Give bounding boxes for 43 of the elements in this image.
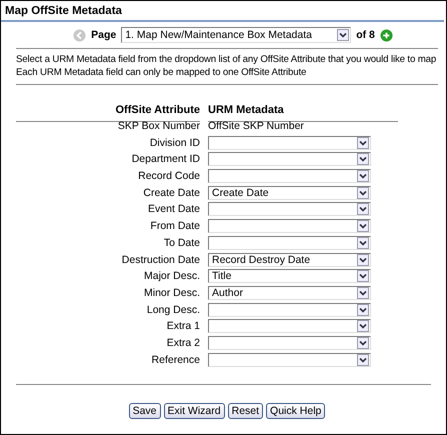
metadata-value: OffSite SKP Number bbox=[208, 120, 305, 132]
attribute-label: From Date bbox=[149, 220, 200, 232]
metadata-dropdown[interactable] bbox=[208, 136, 371, 150]
attribute-label: Extra 2 bbox=[166, 336, 200, 349]
page-label: Page bbox=[91, 29, 116, 41]
attribute-label: Major Desc. bbox=[142, 270, 200, 282]
attribute-label: Extra 1 bbox=[166, 320, 200, 332]
instruction-text: Each URM Metadata field can only be mapped to one OffSite Attribute bbox=[16, 66, 306, 79]
attribute-label: Minor Desc. bbox=[142, 286, 200, 299]
metadata-dropdown[interactable] bbox=[208, 352, 371, 367]
metadata-dropdown[interactable]: Title bbox=[208, 269, 371, 284]
attribute-label: Event Date bbox=[147, 203, 200, 216]
attribute-label: Create Date bbox=[142, 186, 200, 199]
attribute-label: Record Code bbox=[137, 170, 200, 182]
metadata-dropdown[interactable] bbox=[208, 319, 371, 334]
metadata-dropdown[interactable]: Record Destroy Date bbox=[208, 252, 371, 267]
metadata-dropdown[interactable]: Author bbox=[208, 286, 371, 300]
metadata-dropdown[interactable] bbox=[208, 219, 371, 234]
metadata-dropdown[interactable]: Create Date bbox=[208, 186, 371, 200]
page-dropdown[interactable]: 1. Map New/Maintenance Box Metadata bbox=[121, 27, 352, 43]
metadata-dropdown[interactable] bbox=[208, 336, 371, 350]
attribute-label: Department ID bbox=[130, 153, 200, 166]
wizard-button[interactable]: Quick Help bbox=[266, 403, 326, 419]
attribute-label: Reference bbox=[150, 354, 200, 366]
wizard-button[interactable]: Save bbox=[128, 403, 161, 419]
attribute-label: Division ID bbox=[148, 136, 200, 149]
wizard-button[interactable]: Exit Wizard bbox=[164, 403, 225, 419]
metadata-dropdown[interactable] bbox=[208, 302, 371, 317]
metadata-dropdown[interactable] bbox=[208, 169, 371, 184]
attribute-label: SKP Box Number bbox=[116, 120, 200, 132]
metadata-dropdown[interactable] bbox=[208, 152, 371, 166]
attribute-label: Destruction Date bbox=[120, 254, 200, 266]
wizard-button[interactable]: Reset bbox=[228, 403, 264, 419]
metadata-dropdown[interactable] bbox=[208, 236, 371, 250]
metadata-dropdown[interactable] bbox=[208, 202, 371, 216]
attribute-label: Long Desc. bbox=[146, 304, 200, 316]
window-title: Map OffSite Metadata bbox=[1, 1, 444, 22]
attribute-label: To Date bbox=[162, 236, 200, 249]
next-page-icon[interactable] bbox=[380, 28, 393, 42]
column-header: OffSite Attribute bbox=[16, 101, 200, 122]
instruction-text: Select a URM Metadata field from the dropdown list of any OffSite Attribute that you would like to map bbox=[16, 53, 436, 66]
page-count: of 8 bbox=[356, 29, 375, 41]
column-header: URM Metadata bbox=[208, 101, 398, 122]
